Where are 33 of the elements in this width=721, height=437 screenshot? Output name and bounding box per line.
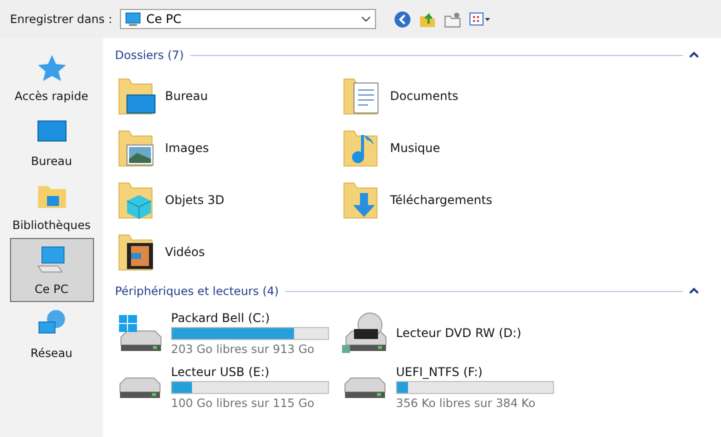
folder-item[interactable]: Documents	[390, 89, 458, 103]
sidebar-item[interactable]: Ce PC	[10, 238, 94, 302]
folder-item[interactable]: Téléchargements	[390, 193, 492, 207]
collapse-caret-icon[interactable]	[689, 50, 699, 60]
star-icon	[36, 53, 66, 83]
folder-item[interactable]: Musique	[390, 141, 440, 155]
drive-name[interactable]: Packard Bell (C:)	[171, 310, 329, 324]
sidebar-item[interactable]: Bureau	[10, 110, 94, 174]
folder-item[interactable]: Images	[165, 141, 209, 155]
free-space-text: 100 Go libres sur 115 Go	[171, 396, 316, 410]
folder-item[interactable]: Vidéos	[165, 245, 205, 259]
dropdown-caret-icon	[361, 14, 372, 24]
drive-icon	[343, 377, 387, 399]
section-header[interactable]: Dossiers (7)	[115, 48, 184, 62]
sidebar-item[interactable]: Réseau	[10, 302, 94, 366]
folder-item[interactable]: Bureau	[165, 89, 208, 103]
location-dropdown[interactable]: Ce PC	[120, 9, 376, 29]
section-header[interactable]: Périphériques et lecteurs (4)	[115, 284, 279, 298]
drive-name[interactable]: Lecteur DVD RW (D:)	[396, 326, 522, 340]
folder-item[interactable]: Objets 3D	[165, 193, 224, 207]
drive-icon	[118, 377, 162, 399]
folder-up-icon[interactable]	[419, 10, 436, 28]
sidebar-item[interactable]: Bibliothèques	[10, 174, 94, 238]
drive-name[interactable]: UEFI_NTFS (F:)	[396, 364, 554, 378]
computer-icon	[125, 11, 142, 27]
free-space-text: 203 Go libres sur 913 Go	[171, 342, 316, 356]
sidebar-item[interactable]: Accès rapide	[10, 46, 94, 110]
free-space-text: 356 Ko libres sur 384 Ko	[396, 396, 536, 410]
new-folder-icon[interactable]	[444, 10, 462, 28]
drive-name[interactable]: Lecteur USB (E:)	[171, 364, 329, 378]
save-in-label: Enregistrer dans :	[10, 12, 112, 26]
collapse-caret-icon[interactable]	[689, 286, 699, 296]
back-icon[interactable]	[394, 10, 412, 28]
